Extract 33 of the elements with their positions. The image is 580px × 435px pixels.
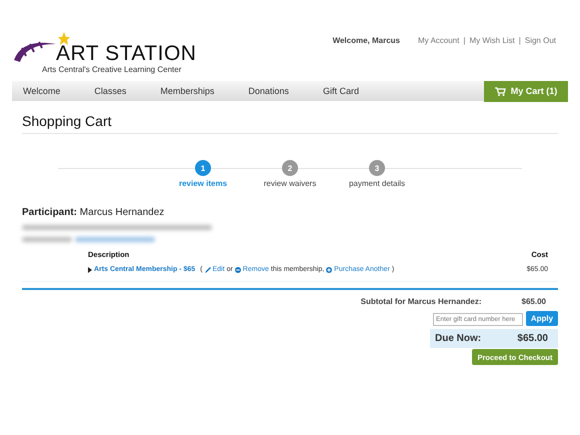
nav-item[interactable]: Donations xyxy=(237,86,300,96)
nav-item[interactable]: Welcome xyxy=(12,86,72,96)
due-amount: $65.00 xyxy=(517,333,548,344)
step-label: review items xyxy=(178,179,228,188)
subtotal-label: Subtotal for Marcus Hernandez: xyxy=(360,297,482,306)
due-label: Due Now: xyxy=(435,333,482,344)
step-number: 2 xyxy=(282,160,298,176)
nav-item[interactable]: Classes xyxy=(83,86,138,96)
step-number: 1 xyxy=(195,160,211,176)
remove-icon xyxy=(234,266,241,272)
cart-icon xyxy=(494,86,506,96)
account-link[interactable]: Sign Out xyxy=(524,36,556,45)
separator: | xyxy=(463,36,466,45)
welcome-text: Welcome, Marcus xyxy=(332,36,400,45)
nav-item[interactable]: Gift Card xyxy=(312,86,370,96)
step-number: 3 xyxy=(369,160,385,176)
step-label: payment details xyxy=(348,179,406,188)
pencil-icon xyxy=(204,266,210,272)
logo-subtitle: Arts Central's Creative Learning Center xyxy=(42,65,182,74)
blurred-phone xyxy=(22,237,72,242)
logo-title: ART STATION xyxy=(56,43,196,64)
subtotal-value: $65.00 xyxy=(522,297,546,306)
step-label: review waivers xyxy=(264,179,316,188)
separator: | xyxy=(518,36,521,45)
add-icon xyxy=(326,266,332,272)
nav-item[interactable]: Memberships xyxy=(149,86,226,96)
account-link[interactable]: My Account xyxy=(418,36,460,45)
account-link[interactable]: My Wish List xyxy=(469,36,515,45)
page-title: Shopping Cart xyxy=(22,113,558,134)
cart-button[interactable]: My Cart (1) xyxy=(484,80,568,102)
expand-arrow-icon xyxy=(88,266,92,272)
apply-button[interactable]: Apply xyxy=(526,311,558,326)
participant-text: Participant: Marcus Hernandez xyxy=(22,207,166,218)
